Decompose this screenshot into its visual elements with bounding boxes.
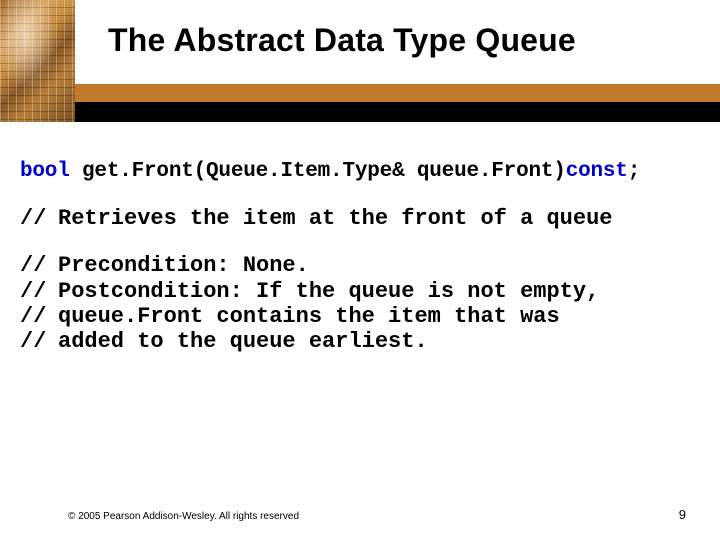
prepost-line-2: // Postcondition: If the queue is not em… — [20, 279, 706, 304]
prepost-line-3: // queue.Front contains the item that wa… — [20, 304, 706, 329]
slide-body: bool get.Front(Queue.Item.Type& queue.Fr… — [20, 160, 706, 355]
comment-prefix: // — [20, 253, 58, 278]
prepost-text-2: Postcondition: If the queue is not empty… — [58, 279, 599, 304]
footer-copyright: © 2005 Pearson Addison-Wesley. All right… — [68, 511, 299, 522]
comment-block: // Retrieves the item at the front of a … — [20, 206, 706, 231]
prepost-text-3: queue.Front contains the item that was — [58, 304, 560, 329]
signature-mid: get.Front(Queue.Item.Type& queue.Front) — [70, 160, 566, 183]
signature-tail: ; — [628, 160, 640, 183]
header-decorative-image — [0, 0, 75, 122]
keyword-bool: bool — [20, 160, 70, 183]
prepost-text-1: Precondition: None. — [58, 253, 309, 278]
footer-page-number: 9 — [679, 507, 686, 522]
comment-prefix: // — [20, 279, 58, 304]
keyword-const: const — [566, 160, 628, 183]
prepost-line-4: // added to the queue earliest. — [20, 329, 706, 354]
comment-prefix: // — [20, 206, 58, 231]
comment-prefix: // — [20, 304, 58, 329]
comment-prefix: // — [20, 329, 58, 354]
prepost-text-4: added to the queue earliest. — [58, 329, 428, 354]
code-signature: bool get.Front(Queue.Item.Type& queue.Fr… — [20, 160, 706, 184]
comment-text-1: Retrieves the item at the front of a que… — [58, 206, 613, 231]
header-bar-black — [75, 102, 720, 122]
slide-header: The Abstract Data Type Queue — [0, 0, 720, 122]
prepost-line-1: // Precondition: None. — [20, 253, 706, 278]
slide-title: The Abstract Data Type Queue — [108, 22, 576, 59]
header-bar-orange — [75, 84, 720, 102]
slide: The Abstract Data Type Queue bool get.Fr… — [0, 0, 720, 540]
comment-line-1: // Retrieves the item at the front of a … — [20, 206, 706, 231]
prepost-block: // Precondition: None. // Postcondition:… — [20, 253, 706, 354]
